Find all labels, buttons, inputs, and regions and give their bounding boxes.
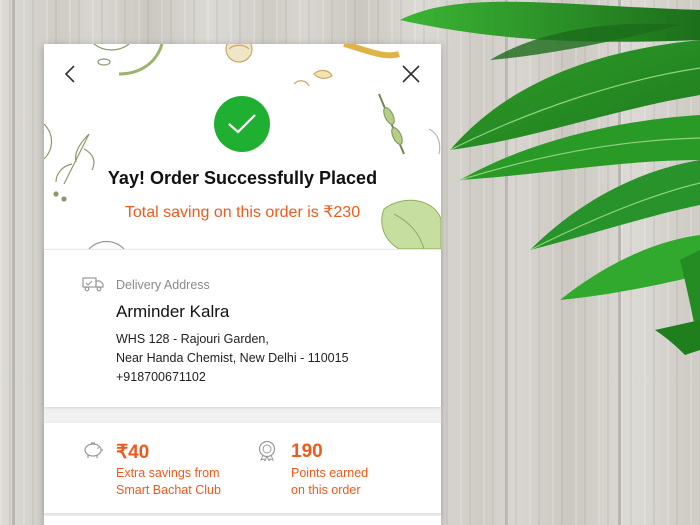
extra-savings-label-1: Extra savings from: [116, 466, 220, 480]
points-label-1: Points earned: [291, 466, 369, 480]
wood-plank-divider: [12, 0, 15, 525]
customer-name: Arminder Kalra: [116, 302, 230, 321]
close-button[interactable]: [397, 60, 425, 88]
total-saving-text: Total saving on this order is ₹230: [124, 204, 361, 221]
piggy-bank-icon: [84, 442, 103, 458]
chevron-left-icon: [64, 65, 75, 83]
next-section-edge: [44, 516, 441, 525]
order-confirmation-card: Yay! Order Successfully Placed Total sav…: [44, 44, 441, 525]
address-line-1: WHS 128 - Rajouri Garden,: [116, 332, 269, 346]
extra-savings-label-2: Smart Bachat Club: [116, 483, 221, 497]
success-title: Yay! Order Successfully Placed: [107, 168, 378, 188]
address-label: Delivery Address: [116, 278, 210, 292]
checkmark-icon: [228, 114, 256, 134]
success-header: Yay! Order Successfully Placed Total sav…: [44, 44, 441, 249]
back-button[interactable]: [56, 60, 84, 88]
delivery-truck-icon: [82, 277, 104, 292]
rewards-card: ₹40 Extra savings from Smart Bachat Club…: [44, 423, 441, 513]
points-label-2: on this order: [291, 483, 361, 497]
address-line-2: Near Handa Chemist, New Delhi - 110015: [116, 351, 349, 365]
medal-icon: [258, 440, 276, 461]
close-icon: [402, 65, 420, 83]
points-value: 190: [291, 441, 323, 462]
delivery-address-card: Delivery Address Arminder Kalra WHS 128 …: [44, 249, 441, 407]
phone-number: +918700671102: [116, 370, 206, 384]
extra-savings-value: ₹40: [116, 442, 150, 463]
success-badge: [214, 96, 270, 152]
